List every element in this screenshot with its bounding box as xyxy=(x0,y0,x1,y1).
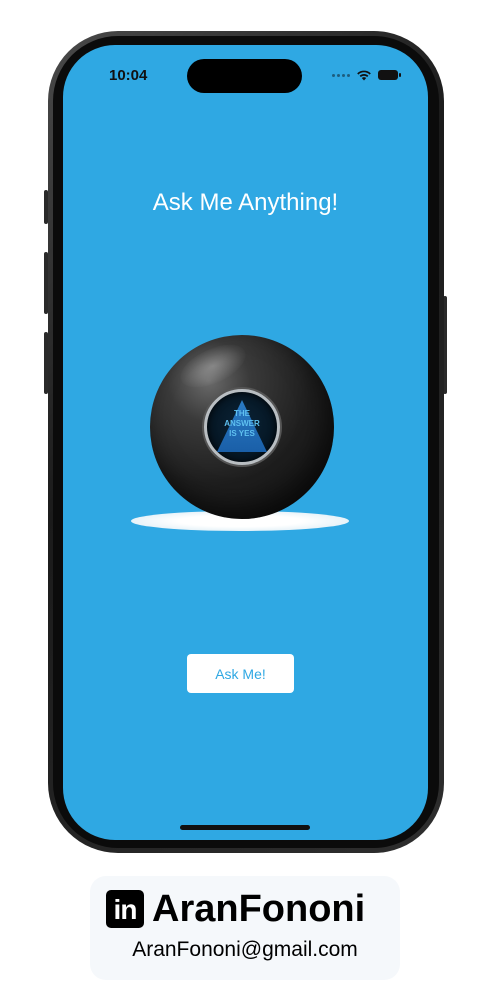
magic-8-ball-image: THE ANSWER IS YES xyxy=(150,335,334,519)
status-time: 10:04 xyxy=(109,67,148,84)
ask-me-button[interactable]: Ask Me! xyxy=(187,654,294,693)
ball-highlight xyxy=(174,335,252,397)
author-row: in AranFononi xyxy=(106,889,365,929)
answer-line-1: THE xyxy=(234,409,250,418)
wifi-icon xyxy=(357,70,371,81)
author-email: AranFononi@gmail.com xyxy=(132,938,358,961)
status-icons xyxy=(332,69,401,81)
ball-answer-window: THE ANSWER IS YES xyxy=(204,389,280,465)
answer-text: THE ANSWER IS YES xyxy=(207,409,277,439)
home-indicator[interactable] xyxy=(180,825,310,830)
phone-screen: 10:04 Ask Me Anything! THE ANSWER IS YES… xyxy=(63,45,428,840)
stage: 10:04 Ask Me Anything! THE ANSWER IS YES… xyxy=(0,0,491,985)
battery-icon xyxy=(378,70,401,80)
page-title: Ask Me Anything! xyxy=(152,189,339,216)
author-name: AranFononi xyxy=(152,888,366,930)
answer-line-3: IS YES xyxy=(229,429,255,438)
answer-line-2: ANSWER xyxy=(224,419,260,428)
dynamic-island xyxy=(187,59,302,93)
linkedin-icon: in xyxy=(106,890,144,928)
cellular-dots-icon xyxy=(332,73,350,77)
author-card: in AranFononi AranFononi@gmail.com xyxy=(90,876,400,980)
